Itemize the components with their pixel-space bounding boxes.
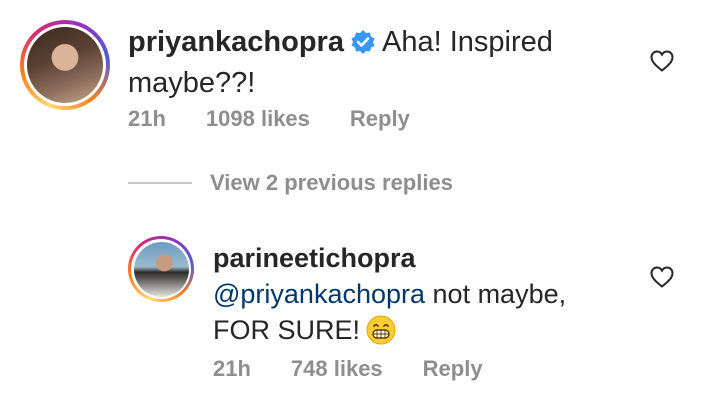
- timestamp: 21h: [213, 356, 251, 381]
- view-replies-label[interactable]: View 2 previous replies: [210, 170, 453, 196]
- avatar-parineetichopra[interactable]: [128, 236, 194, 302]
- mention-link[interactable]: @priyankachopra: [213, 279, 425, 309]
- reply-button[interactable]: Reply: [350, 106, 410, 132]
- likes-count[interactable]: 748 likes: [291, 356, 383, 382]
- comment-meta: 21h 1098 likes Reply: [128, 106, 450, 132]
- username[interactable]: parineetichopra: [213, 243, 416, 273]
- timestamp: 21h: [128, 106, 166, 131]
- comment-text-line2: maybe??!: [128, 67, 256, 99]
- username[interactable]: priyankachopra: [128, 26, 344, 58]
- divider-line: [128, 182, 192, 184]
- comment-text: Aha! Inspired: [381, 26, 553, 58]
- avatar-priyankachopra[interactable]: [20, 20, 110, 110]
- reply-button[interactable]: Reply: [423, 356, 483, 382]
- likes-count[interactable]: 1098 likes: [206, 106, 310, 132]
- comment-meta: 21h 748 likes Reply: [213, 356, 523, 382]
- comment-text: not maybe,: [425, 279, 567, 309]
- grinning-face-emoji-icon: [366, 315, 396, 354]
- view-previous-replies[interactable]: View 2 previous replies: [128, 170, 453, 196]
- verified-badge-icon: [350, 28, 376, 65]
- comment-text-line2: FOR SURE!: [213, 315, 361, 345]
- heart-icon[interactable]: [650, 266, 674, 293]
- heart-icon[interactable]: [650, 50, 674, 77]
- comment-body: parineetichopra @priyankachopra not mayb…: [213, 240, 653, 354]
- comment-body: priyankachopra Aha! Inspired maybe??!: [128, 24, 608, 102]
